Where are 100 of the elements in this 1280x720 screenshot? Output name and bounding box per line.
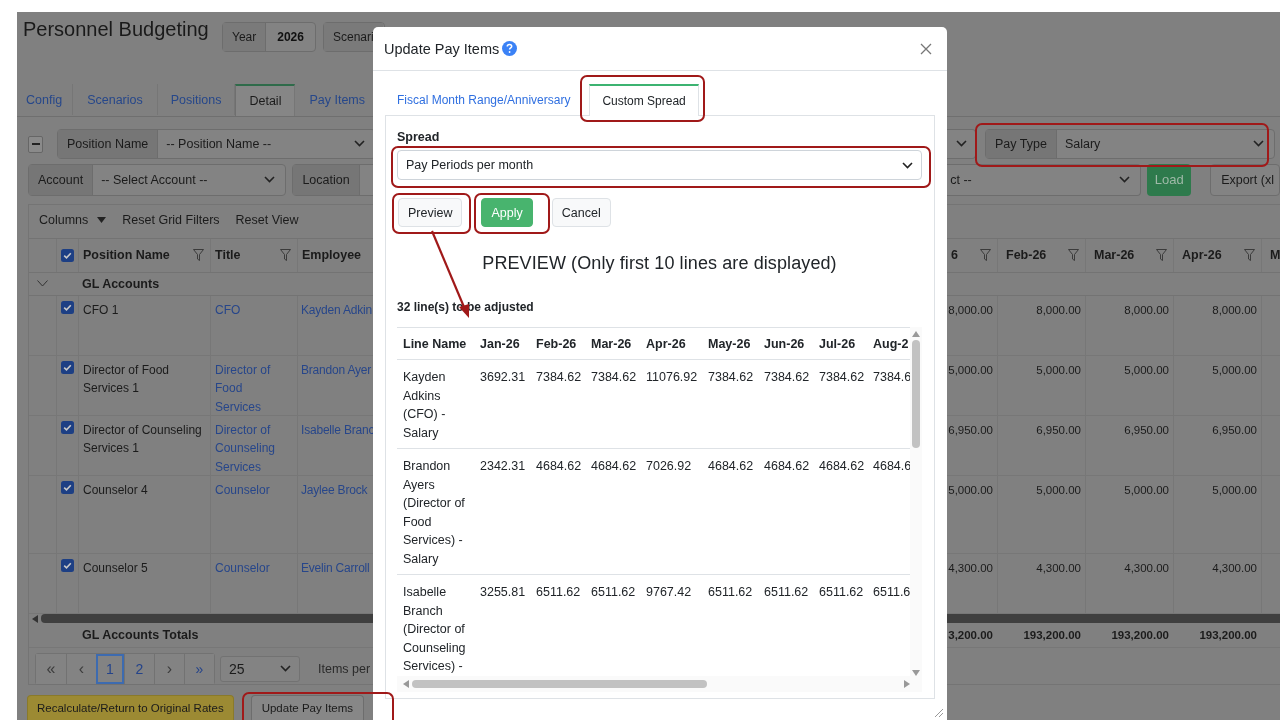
filter-icon[interactable] — [193, 249, 204, 262]
toolbar-button[interactable]: Reset View — [229, 213, 305, 228]
header-field[interactable]: Year 2026 — [222, 22, 316, 52]
columns-menu-button[interactable]: Columns — [33, 213, 113, 228]
employee-link[interactable]: Evelin Carroll — [301, 558, 370, 578]
table-cell-text: 7384.62 — [707, 369, 755, 386]
employee-link[interactable]: Kayden Adkin — [301, 300, 372, 320]
checkbox[interactable] — [61, 300, 74, 314]
table-cell-text: 5,000.00 — [1212, 482, 1257, 498]
last-page-button[interactable]: » — [184, 653, 214, 684]
scroll-thumb[interactable] — [412, 679, 707, 688]
table-cell-text: Counselor 5 — [83, 559, 148, 577]
checkbox[interactable] — [61, 248, 74, 262]
collapse-button[interactable] — [28, 135, 43, 153]
caret-icon — [956, 140, 967, 148]
table-cell-text: CFO 1 — [83, 301, 119, 319]
table-cell-text: 4,300.00 — [948, 560, 993, 576]
checkbox[interactable] — [61, 480, 74, 494]
filter-icon[interactable] — [1068, 249, 1079, 262]
tab[interactable]: Detail — [235, 84, 296, 116]
title-link[interactable]: Counselor — [215, 558, 270, 578]
table-cell-text: 6511.6 — [872, 584, 910, 601]
checkbox[interactable] — [61, 420, 74, 434]
table-cell-text: 5,000.00 — [1212, 362, 1257, 378]
table-cell-text: 6,950.00 — [1212, 422, 1257, 438]
table-cell-text: 4684.62 — [818, 458, 866, 475]
horizontal-scrollbar[interactable] — [397, 675, 922, 692]
table-cell-text: 4,300.00 — [1036, 560, 1081, 576]
group-label: GL Accounts — [81, 275, 161, 293]
column-header[interactable]: Position Name — [78, 238, 210, 272]
total-cell: 193,200.00 — [1199, 629, 1257, 642]
title-link[interactable]: CFO — [215, 300, 241, 320]
spread-select[interactable]: Pay Periods per month — [397, 150, 922, 180]
table-cell-text: Kayden Adkins (CFO) - Salary — [402, 369, 447, 442]
page-size-select[interactable]: 25 — [220, 655, 300, 682]
page-button[interactable]: 1 — [96, 653, 124, 684]
chevron-down-icon[interactable] — [37, 280, 48, 288]
tab[interactable]: Scenarios — [73, 84, 158, 115]
employee-link[interactable]: Brandon Ayer — [301, 360, 372, 380]
resize-grip-icon[interactable] — [934, 708, 944, 718]
table-cell-text: 6,950.00 — [1124, 422, 1169, 438]
action-button[interactable]: Recalculate/Return to Original Rates — [27, 695, 234, 720]
table-cell-text: 6511.62 — [818, 584, 865, 601]
filter-icon[interactable] — [280, 249, 291, 262]
page-size-label: Items per — [318, 661, 371, 676]
tab[interactable]: Custom Spread — [589, 84, 699, 116]
tab[interactable]: Config — [17, 84, 74, 115]
action-button[interactable]: Update Pay Items — [250, 695, 365, 720]
filter-icon[interactable] — [1244, 249, 1255, 262]
action-button[interactable]: Cancel — [551, 198, 611, 227]
column-header[interactable]: Title — [210, 238, 297, 272]
employee-link[interactable]: Jaylee Brock — [301, 480, 368, 500]
table-cell-text: 4684.6 — [872, 458, 910, 475]
scroll-right-icon[interactable] — [904, 679, 910, 688]
table-cell-text: 8,000.00 — [1212, 302, 1257, 318]
table-cell-text: 7384.62 — [763, 369, 811, 386]
action-button[interactable]: Preview — [398, 198, 463, 227]
table-cell-text: 7384.62 — [818, 369, 866, 386]
title-link[interactable]: Director of Counseling Services — [215, 420, 290, 477]
toolbar-button[interactable]: Reset Grid Filters — [116, 213, 226, 228]
table-cell-text: 4,300.00 — [1212, 560, 1257, 576]
action-button[interactable]: Apply — [481, 198, 533, 227]
table-cell-text: 4684.62 — [535, 458, 583, 475]
column-header[interactable]: M — [1261, 238, 1280, 272]
close-icon[interactable] — [920, 42, 932, 55]
scroll-left-icon[interactable] — [32, 614, 38, 623]
field-label: Spread — [397, 130, 441, 144]
load-button[interactable]: Load — [1147, 163, 1192, 196]
scroll-up-icon[interactable] — [912, 331, 920, 337]
checkbox[interactable] — [61, 360, 74, 374]
table-cell-text: Director of Counseling Services 1 — [83, 421, 203, 458]
vertical-scrollbar[interactable] — [910, 327, 922, 676]
title-link[interactable]: Director of Food Services — [215, 360, 290, 417]
column-header: Aug-2 — [872, 335, 910, 353]
help-icon[interactable] — [502, 41, 518, 56]
scroll-left-icon[interactable] — [403, 679, 409, 688]
filter-icon[interactable] — [1156, 249, 1167, 262]
table-cell-text: 4,300.00 — [1124, 560, 1169, 576]
column-header[interactable]: Apr-26 — [1173, 238, 1261, 272]
column-header[interactable]: Feb-26 — [997, 238, 1085, 272]
table-cell-text: 5,000.00 — [1036, 482, 1081, 498]
table-cell-text: 6511.62 — [590, 584, 637, 601]
table-cell-text: 3692.31 — [479, 369, 527, 386]
table-cell-text: 9767.42 — [645, 584, 693, 601]
scroll-thumb[interactable] — [912, 340, 920, 448]
table-cell-text: 8,000.00 — [1124, 302, 1169, 318]
filter-icon[interactable] — [980, 249, 991, 262]
column-header: Feb-26 — [535, 335, 578, 353]
export-button[interactable]: Export (xl — [1210, 163, 1280, 196]
table-cell-text: 3255.81 — [479, 584, 527, 601]
title-link[interactable]: Counselor — [215, 480, 270, 500]
column-header[interactable]: Mar-26 — [1085, 238, 1173, 272]
column-header: Jul-26 — [818, 335, 857, 353]
dropdown-triangle-icon — [97, 217, 107, 224]
column-header: May-26 — [707, 335, 752, 353]
tab[interactable]: Fiscal Month Range/Anniversary — [385, 84, 581, 115]
employee-link[interactable]: Isabelle Branc — [301, 420, 375, 440]
checkbox[interactable] — [61, 558, 74, 572]
caret-icon — [280, 665, 291, 673]
table-cell-text: 5,000.00 — [1124, 362, 1169, 378]
